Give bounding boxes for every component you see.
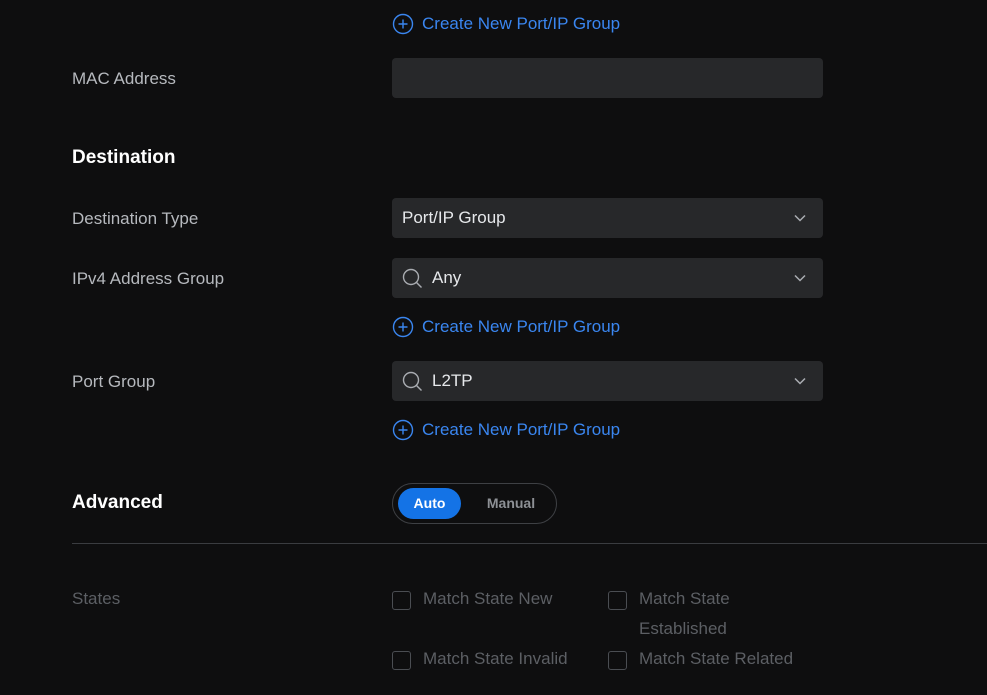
destination-type-value: Port/IP Group <box>402 208 506 227</box>
port-group-value: L2TP <box>432 371 473 390</box>
manual-mode-option[interactable]: Manual <box>473 488 549 519</box>
plus-circle-icon <box>392 316 414 338</box>
auto-mode-option[interactable]: Auto <box>398 488 461 519</box>
match-state-related-checkbox[interactable]: Match State Related <box>608 649 793 674</box>
create-link-label: Create New Port/IP Group <box>422 14 621 33</box>
checkbox-label: Match State Invalid <box>423 649 568 668</box>
plus-circle-icon <box>392 13 414 35</box>
checkbox-box[interactable] <box>392 591 411 610</box>
create-link-label: Create New Port/IP Group <box>422 420 621 439</box>
chevron-down-icon <box>794 274 806 282</box>
checkbox-box[interactable] <box>608 651 627 670</box>
states-label: States <box>72 589 121 608</box>
chevron-down-icon <box>794 214 806 222</box>
ipv4-address-group-value: Any <box>432 268 462 287</box>
destination-heading: Destination <box>72 147 176 168</box>
destination-type-label: Destination Type <box>72 209 199 228</box>
port-group-select[interactable]: L2TP <box>392 361 823 401</box>
checkbox-label: Match State Related <box>639 649 794 668</box>
checkbox-box[interactable] <box>392 651 411 670</box>
mac-address-label: MAC Address <box>72 69 176 88</box>
advanced-heading: Advanced <box>72 492 163 513</box>
match-state-established-checkbox[interactable]: Match State Established <box>608 589 730 644</box>
port-group-label: Port Group <box>72 372 156 391</box>
section-divider <box>72 543 987 544</box>
create-port-ip-group-link[interactable]: Create New Port/IP Group <box>392 12 620 36</box>
create-port-ip-group-link[interactable]: Create New Port/IP Group <box>392 418 620 442</box>
destination-type-select[interactable]: Port/IP Group <box>392 198 823 238</box>
search-icon <box>402 371 422 391</box>
plus-circle-icon <box>392 419 414 441</box>
create-link-label: Create New Port/IP Group <box>422 317 621 336</box>
checkbox-box[interactable] <box>608 591 627 610</box>
match-state-new-checkbox[interactable]: Match State New <box>392 589 552 614</box>
checkbox-label: Match State Established <box>639 584 730 644</box>
checkbox-label-line2: Established <box>639 619 727 638</box>
checkbox-label-line1: Match State <box>639 589 730 608</box>
chevron-down-icon <box>794 377 806 385</box>
create-port-ip-group-link[interactable]: Create New Port/IP Group <box>392 315 620 339</box>
ipv4-address-group-label: IPv4 Address Group <box>72 269 225 288</box>
ipv4-address-group-select[interactable]: Any <box>392 258 823 298</box>
advanced-mode-toggle: Auto Manual <box>392 483 557 524</box>
match-state-invalid-checkbox[interactable]: Match State Invalid <box>392 649 568 674</box>
mac-address-input[interactable] <box>392 58 823 98</box>
checkbox-label: Match State New <box>423 589 553 608</box>
search-icon <box>402 268 422 288</box>
